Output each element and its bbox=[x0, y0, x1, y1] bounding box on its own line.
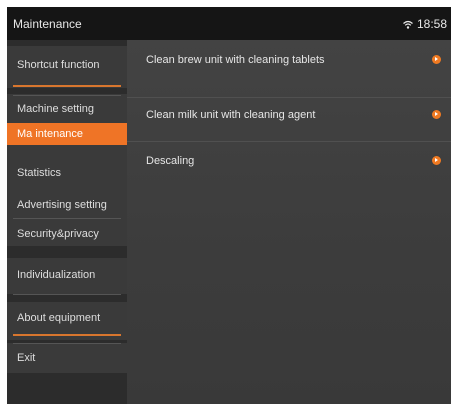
sidebar-item-label: Advertising setting bbox=[17, 199, 107, 211]
list-item-label: Clean brew unit with cleaning tablets bbox=[146, 54, 325, 66]
divider bbox=[13, 294, 121, 295]
sidebar-item-exit[interactable]: Exit bbox=[7, 345, 127, 371]
sidebar-item-label: Machine setting bbox=[17, 103, 95, 115]
sidebar-item-label: Shortcut function bbox=[17, 59, 100, 71]
list-item-label: Clean milk unit with cleaning agent bbox=[146, 109, 316, 121]
sidebar-item-label: Ma intenance bbox=[17, 128, 84, 140]
divider bbox=[13, 85, 121, 87]
sidebar-item-label: Exit bbox=[17, 352, 36, 364]
divider bbox=[13, 343, 121, 344]
sidebar-item-statistics[interactable]: Statistics bbox=[7, 161, 127, 185]
clock: 18:58 bbox=[416, 17, 447, 31]
list-item-clean-brew-unit[interactable]: Clean brew unit with cleaning tablets bbox=[127, 40, 451, 84]
sidebar-item-security-privacy[interactable]: Security&privacy bbox=[7, 222, 127, 246]
list-item-clean-milk-unit[interactable]: Clean milk unit with cleaning agent bbox=[127, 95, 451, 139]
app-window: Maintenance 18:58 Shortcut function Mach… bbox=[7, 7, 451, 404]
chevron-right-icon bbox=[432, 156, 441, 165]
maintenance-panel: Clean brew unit with cleaning tablets Cl… bbox=[127, 40, 451, 404]
sidebar-item-individualization[interactable]: Individualization bbox=[7, 262, 127, 288]
sidebar-item-about-equipment[interactable]: About equipment bbox=[7, 304, 127, 332]
sidebar-item-label: Individualization bbox=[17, 269, 96, 281]
sidebar-item-label: Statistics bbox=[17, 167, 62, 179]
sidebar-item-shortcut-function[interactable]: Shortcut function bbox=[7, 48, 127, 82]
divider bbox=[13, 218, 121, 219]
sidebar-item-machine-setting[interactable]: Machine setting bbox=[7, 97, 127, 121]
page-title: Maintenance bbox=[13, 17, 82, 31]
status-indicators: 18:58 bbox=[403, 17, 447, 31]
sidebar-item-maintenance[interactable]: Ma intenance bbox=[7, 123, 127, 145]
chevron-right-icon bbox=[432, 110, 441, 119]
list-item-descaling[interactable]: Descaling bbox=[127, 141, 451, 185]
status-bar: Maintenance 18:58 bbox=[7, 7, 451, 40]
sidebar-item-label: About equipment bbox=[17, 312, 101, 324]
divider bbox=[13, 95, 121, 96]
sidebar: Shortcut function Machine setting Ma int… bbox=[7, 40, 127, 404]
sidebar-item-advertising-setting[interactable]: Advertising setting bbox=[7, 193, 127, 217]
wifi-icon bbox=[403, 20, 413, 29]
divider bbox=[13, 334, 121, 336]
sidebar-item-label: Security&privacy bbox=[17, 228, 99, 240]
list-item-label: Descaling bbox=[146, 155, 195, 167]
chevron-right-icon bbox=[432, 55, 441, 64]
